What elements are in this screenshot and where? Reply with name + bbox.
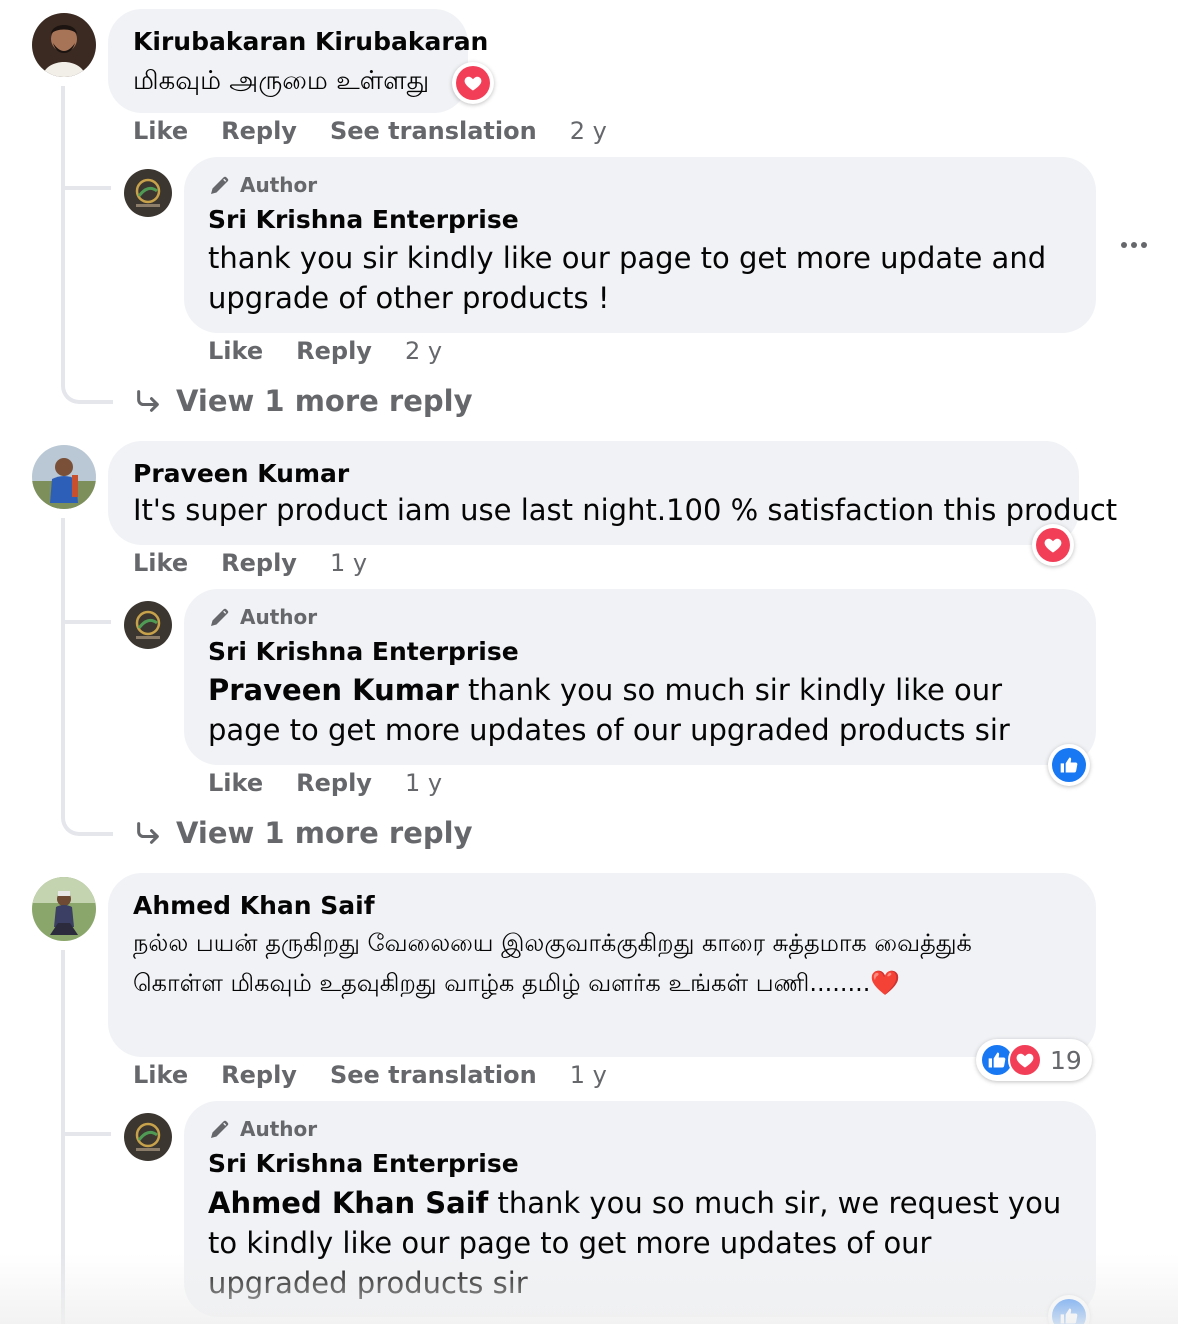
- like-button[interactable]: Like: [208, 769, 263, 797]
- reply-text: Ahmed Khan Saif thank you so much sir, w…: [208, 1183, 1068, 1303]
- author-badge: Author: [208, 1115, 317, 1143]
- reply-button[interactable]: Reply: [221, 1061, 297, 1089]
- thread-curve: [61, 150, 113, 190]
- like-button[interactable]: Like: [133, 117, 188, 145]
- thread-line: [61, 950, 65, 1324]
- reply-author[interactable]: Sri Krishna Enterprise: [208, 636, 519, 668]
- mention-link[interactable]: Praveen Kumar: [208, 673, 459, 707]
- avatar[interactable]: [32, 13, 96, 77]
- reply-text: Praveen Kumar thank you so much sir kind…: [208, 670, 1068, 750]
- thread-curve: [61, 352, 113, 404]
- comment-text: மிகவும் அருமை உள்ளது: [133, 66, 430, 96]
- view-more-replies[interactable]: View 1 more reply: [134, 816, 473, 850]
- view-more-replies[interactable]: View 1 more reply: [134, 384, 473, 418]
- author-badge: Author: [208, 171, 317, 199]
- comment-author[interactable]: Ahmed Khan Saif: [133, 890, 375, 922]
- reply-button[interactable]: Reply: [221, 549, 297, 577]
- like-button[interactable]: Like: [133, 1061, 188, 1089]
- comment-actions: Like Reply See translation 1 y: [133, 1061, 607, 1089]
- thread-branch: [65, 1132, 111, 1136]
- thread-line: [61, 86, 65, 386]
- heart-icon: [464, 76, 482, 91]
- comment-actions: Like Reply 1 y: [133, 549, 367, 577]
- comment-author[interactable]: Praveen Kumar: [133, 458, 349, 490]
- thumbs-up-icon: [1060, 1308, 1078, 1324]
- see-translation-button[interactable]: See translation: [330, 1061, 537, 1089]
- view-more-label: View 1 more reply: [176, 384, 473, 418]
- author-badge-label: Author: [240, 1117, 318, 1141]
- more-horizontal-icon[interactable]: [1121, 242, 1147, 248]
- comment-bubble: Kirubakaran Kirubakaran மிகவும் அருமை உள…: [108, 9, 488, 113]
- comment-text: நல்ல பயன் தருகிறது வேலையை இலகுவாக்குகிறத…: [133, 929, 972, 997]
- love-reaction: [1008, 1043, 1042, 1077]
- reply-author[interactable]: Sri Krishna Enterprise: [208, 204, 519, 236]
- author-badge: Author: [208, 603, 317, 631]
- like-button[interactable]: Like: [208, 337, 263, 365]
- pen-icon: [211, 1120, 229, 1138]
- thread-line: [61, 518, 65, 818]
- mention-link[interactable]: Ahmed Khan Saif: [208, 1186, 488, 1220]
- timestamp[interactable]: 2 y: [405, 337, 442, 365]
- avatar[interactable]: [32, 877, 96, 941]
- heart-icon: [1016, 1053, 1034, 1068]
- reactions-summary[interactable]: 19: [976, 1039, 1092, 1081]
- view-more-label: View 1 more reply: [176, 816, 473, 850]
- like-reaction[interactable]: [1048, 744, 1090, 786]
- reply-button[interactable]: Reply: [221, 117, 297, 145]
- comment-author[interactable]: Kirubakaran Kirubakaran: [133, 26, 488, 58]
- thread-branch: [65, 186, 111, 190]
- like-button[interactable]: Like: [133, 549, 188, 577]
- love-reaction[interactable]: [452, 62, 494, 104]
- reply-button[interactable]: Reply: [296, 769, 372, 797]
- comment-bubble: Ahmed Khan Saif நல்ல பயன் தருகிறது வேலைய…: [108, 873, 1096, 1057]
- avatar[interactable]: [32, 445, 96, 509]
- reply-actions: Like Reply 1 y: [208, 769, 442, 797]
- thumbs-up-icon: [1060, 757, 1078, 773]
- avatar[interactable]: [124, 169, 172, 217]
- love-reaction[interactable]: [1032, 524, 1074, 566]
- comment-actions: Like Reply See translation 2 y: [133, 117, 607, 145]
- pen-icon: [211, 176, 229, 194]
- avatar[interactable]: [124, 1113, 172, 1161]
- timestamp[interactable]: 2 y: [570, 117, 607, 145]
- reply-bubble: Author Sri Krishna Enterprise Praveen Ku…: [184, 589, 1096, 765]
- timestamp[interactable]: 1 y: [330, 549, 367, 577]
- author-badge-label: Author: [240, 605, 318, 629]
- heart-icon: [1044, 538, 1062, 553]
- comment-bubble: Praveen Kumar It's super product iam use…: [108, 441, 1117, 545]
- reply-arrow-icon: [137, 822, 159, 844]
- timestamp[interactable]: 1 y: [570, 1061, 607, 1089]
- comment-text: It's super product iam use last night.10…: [133, 493, 1118, 527]
- reply-author[interactable]: Sri Krishna Enterprise: [208, 1148, 519, 1180]
- reply-bubble: Author Sri Krishna Enterprise thank you …: [184, 157, 1096, 333]
- reply-bubble: Author Sri Krishna Enterprise Ahmed Khan…: [184, 1101, 1096, 1317]
- avatar[interactable]: [124, 601, 172, 649]
- thread-branch: [65, 620, 111, 624]
- reply-button[interactable]: Reply: [296, 337, 372, 365]
- thumbs-up-icon: [988, 1052, 1006, 1068]
- reply-arrow-icon: [137, 390, 159, 412]
- see-translation-button[interactable]: See translation: [330, 117, 537, 145]
- author-badge-label: Author: [240, 173, 318, 197]
- reply-actions: Like Reply 2 y: [208, 337, 442, 365]
- pen-icon: [211, 608, 229, 626]
- reply-text: thank you sir kindly like our page to ge…: [208, 241, 1047, 315]
- timestamp[interactable]: 1 y: [405, 769, 442, 797]
- thread-curve: [61, 784, 113, 836]
- reaction-count: 19: [1050, 1045, 1082, 1075]
